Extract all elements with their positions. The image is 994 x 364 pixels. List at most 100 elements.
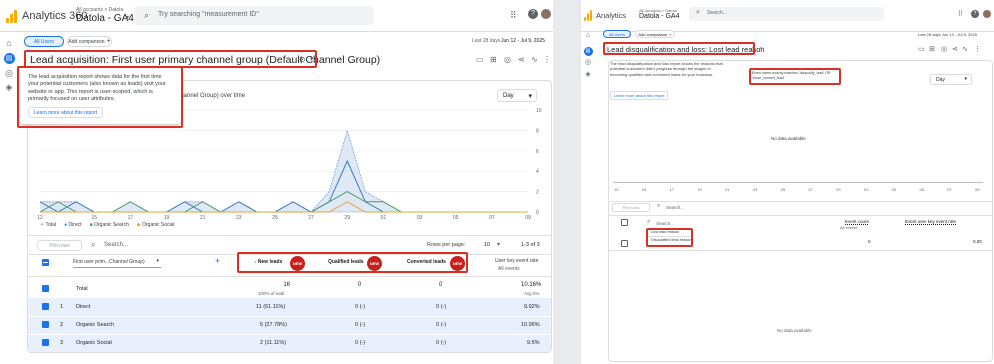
add-comparison-button[interactable]: Add comparison + (635, 30, 675, 38)
title-chevron-icon[interactable]: ▾ (760, 46, 763, 52)
reports-icon[interactable]: ▤ (3, 53, 15, 64)
granularity-select[interactable]: Day ▾ (930, 74, 972, 85)
date-range-picker[interactable]: Last 28 days Jun 12 - Jul 9, 2025 (918, 32, 977, 37)
help-icon[interactable]: ? (528, 9, 538, 19)
report-card (608, 60, 993, 362)
apps-grid-icon[interactable]: ⠿ (958, 10, 963, 18)
x-tick-label: 09 (975, 187, 980, 192)
table-search-input[interactable]: Search... (666, 205, 684, 210)
row-new-leads: 11 (61.11%) (256, 304, 286, 310)
trend-icon[interactable]: ∿ (962, 45, 968, 53)
row-dimension[interactable]: Direct (76, 304, 90, 310)
new-columns-highlight (237, 252, 468, 273)
row-dimension[interactable]: Organic Social (76, 340, 112, 346)
insights-icon[interactable]: ◎ (941, 45, 947, 53)
plus-icon: + (106, 38, 111, 45)
table-search-input[interactable]: Search... (104, 242, 128, 248)
plot-rows-button[interactable]: Plot rows (612, 203, 650, 212)
avatar[interactable] (983, 10, 991, 18)
row-rate: 9.92% (524, 304, 540, 310)
granularity-select[interactable]: Day ▾ (497, 89, 537, 102)
dimension-select[interactable]: First user prim...Channel Group) ▾ (73, 257, 161, 268)
row-checkbox[interactable] (42, 321, 49, 328)
dimension-label: First user prim...Channel Group) (73, 259, 145, 265)
total-label: Total (76, 286, 88, 292)
chevron-down-icon[interactable]: ▾ (125, 13, 129, 22)
column-event-count[interactable]: Event count (845, 219, 869, 224)
explore-icon[interactable]: ◎ (581, 58, 595, 66)
search-input[interactable]: Search... (707, 10, 727, 16)
x-tick-label: 21 (200, 215, 206, 220)
x-tick-label: 19 (164, 215, 170, 220)
legend-item-total[interactable]: ✦ Total (40, 222, 56, 228)
x-tick-label: 19 (697, 187, 702, 192)
analytics-logo-icon (6, 10, 17, 23)
add-comparison-button[interactable]: Add comparison + (67, 36, 112, 47)
row-converted: 0 (-) (436, 340, 447, 346)
column-sub-label[interactable]: All events (840, 225, 857, 230)
select-all-checkbox[interactable] (42, 259, 49, 266)
home-icon[interactable]: ⌂ (0, 38, 18, 48)
column-user-key-event-rate[interactable]: User key event rate (495, 258, 538, 264)
legend-item-organic-social[interactable]: ◆ Organic Social (137, 222, 175, 228)
total-key-event-rate: 0.00 (973, 239, 982, 244)
row-checkbox[interactable] (42, 303, 49, 310)
dimension-search[interactable]: Search... (656, 221, 674, 226)
segment-chip[interactable]: All Users (24, 36, 64, 47)
segment-label: All Users (33, 38, 54, 45)
search-input[interactable]: Try searching "measurement ID" (158, 11, 259, 18)
row-index: 2 (60, 322, 64, 328)
y-tick-label: 2 (536, 190, 539, 196)
column-key-event-rate[interactable]: Event user key event rate (905, 219, 956, 224)
apps-grid-icon[interactable]: ⠿ (510, 10, 517, 21)
help-icon[interactable]: ? (971, 10, 979, 18)
explore-icon[interactable]: ◎ (0, 68, 18, 79)
row-checkbox[interactable] (42, 339, 49, 346)
date-range-picker[interactable]: Jun 12 - Jul 9, 2025 (501, 38, 545, 44)
add-dimension-button[interactable]: + (215, 256, 220, 266)
home-icon[interactable]: ⌂ (581, 32, 595, 39)
customize-icon[interactable]: ▭ (918, 45, 925, 53)
share-icon[interactable]: ⋖ (518, 55, 525, 64)
legend-item-direct[interactable]: ● Direct (64, 222, 81, 228)
rows-chevron-icon[interactable]: ▾ (497, 241, 500, 248)
rows-per-page-select[interactable]: 10 (484, 242, 490, 248)
more-icon[interactable]: ⋮ (974, 45, 981, 53)
compare-icon[interactable]: ⊞ (929, 45, 935, 53)
search-bar[interactable]: ⌕ Search... (689, 7, 884, 21)
avatar[interactable] (541, 9, 551, 19)
learn-more-link[interactable]: Learn more about this report (610, 91, 669, 100)
customize-icon[interactable]: ▭ (476, 55, 484, 64)
property-selector[interactable]: Datola - GA4 (639, 13, 679, 20)
compare-icon[interactable]: ⊞ (490, 55, 497, 64)
x-tick-label: 23 (752, 187, 758, 192)
row-dimension[interactable]: Organic Search (76, 322, 114, 328)
x-tick-label: 12 (614, 187, 619, 192)
reports-icon[interactable]: ▤ (583, 47, 593, 56)
total-checkbox[interactable] (42, 285, 49, 292)
y-tick-label: 8 (536, 128, 539, 134)
plot-rows-button[interactable]: Plot rows (37, 240, 82, 251)
select-all-checkbox[interactable] (621, 219, 628, 226)
row-converted: 0 (-) (436, 322, 447, 328)
total-checkbox[interactable] (621, 240, 628, 247)
date-prefix: Last 28 days (472, 38, 501, 44)
search-bar[interactable]: ⌕ Try searching "measurement ID" (134, 6, 374, 25)
top-bar: Analytics 360 All accounts > Datola Dato… (0, 0, 553, 32)
advertising-icon[interactable]: ◈ (0, 82, 18, 93)
legend-item-organic-search[interactable]: ■ Organic Search (90, 222, 129, 228)
table-search-icon: ⌕ (657, 203, 661, 209)
trend-icon[interactable]: ∿ (531, 55, 538, 64)
share-icon[interactable]: ⋖ (952, 45, 958, 53)
advertising-icon[interactable]: ◈ (581, 70, 595, 78)
report-description: The lead disqualification and loss repor… (610, 61, 723, 77)
table-row[interactable] (28, 298, 551, 316)
column-sub-label[interactable]: All events (498, 266, 520, 272)
insights-icon[interactable]: ◎ (504, 55, 511, 64)
total-key-event-rate: 10.16% (521, 282, 542, 288)
tooltip-highlight (17, 66, 183, 128)
more-icon[interactable]: ⋮ (543, 55, 551, 64)
row-rate: 10.96% (521, 322, 540, 328)
plus-icon: + (669, 31, 672, 37)
segment-chip[interactable]: All Users (603, 30, 631, 38)
